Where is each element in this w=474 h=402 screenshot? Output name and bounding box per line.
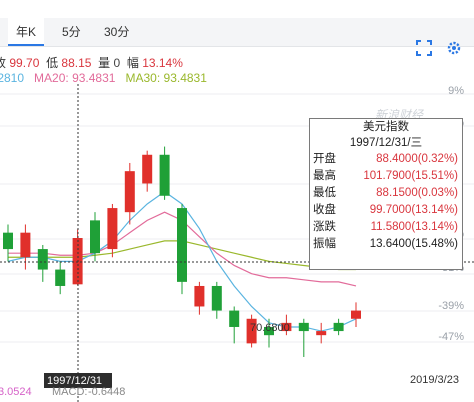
macd-value: -0.6448 bbox=[88, 386, 125, 398]
candle[interactable] bbox=[107, 203, 118, 258]
candle[interactable] bbox=[124, 162, 135, 225]
ohlc-tooltip: 美元指数 1997/12/31/三 开盘 88.4000(0.32%) 最高 1… bbox=[309, 118, 463, 270]
tooltip-value: 99.7000(13.14%) bbox=[369, 204, 458, 216]
volume-value: 0 bbox=[113, 56, 121, 70]
candle[interactable] bbox=[211, 281, 222, 319]
gear-icon[interactable] bbox=[446, 40, 462, 56]
tooltip-row-close: 收盘 99.7000(13.14%) bbox=[310, 202, 462, 219]
ohlc-summary: 收 99.70 低 88.15 量 0 幅 13.14% bbox=[0, 54, 183, 71]
period-tab-bar: 年K 5分 30分 bbox=[0, 18, 474, 56]
tab-5min[interactable]: 5分 bbox=[62, 18, 81, 46]
tooltip-label: 振幅 bbox=[313, 238, 336, 250]
candle[interactable] bbox=[177, 203, 187, 295]
tooltip-label: 最低 bbox=[313, 187, 336, 199]
y-axis-label: -39% bbox=[438, 300, 464, 312]
ma-left-value: .2810 bbox=[0, 71, 25, 85]
ma-summary: .2810 MA20: 93.4831 MA30: 93.4831 bbox=[0, 71, 207, 85]
candle[interactable] bbox=[351, 302, 361, 327]
macd-label: MACD: bbox=[52, 386, 87, 398]
tooltip-value: 101.7900(15.51%) bbox=[363, 170, 458, 182]
close-value: 99.70 bbox=[9, 56, 40, 70]
end-date-label: 2019/3/23 bbox=[410, 374, 459, 386]
tooltip-date: 1997/12/31/三 bbox=[349, 137, 423, 149]
y-axis-label: 9% bbox=[448, 85, 464, 97]
tooltip-label: 开盘 bbox=[313, 153, 336, 165]
low-value: 88.15 bbox=[61, 56, 92, 70]
tooltip-value: 88.4000(0.32%) bbox=[376, 153, 458, 165]
tab-30min[interactable]: 30分 bbox=[104, 18, 129, 46]
tooltip-row-low: 最低 88.1500(0.03%) bbox=[310, 185, 462, 202]
candle[interactable] bbox=[55, 261, 66, 295]
tooltip-row-amplitude: 振幅 13.6400(15.48%) bbox=[310, 236, 462, 253]
volume-label: 量 bbox=[98, 56, 111, 70]
y-axis-label: -47% bbox=[438, 331, 464, 343]
tab-year-k[interactable]: 年K bbox=[8, 18, 45, 46]
candle[interactable] bbox=[37, 244, 48, 282]
candle[interactable] bbox=[316, 322, 327, 344]
candle[interactable] bbox=[333, 318, 344, 336]
candle[interactable] bbox=[3, 224, 13, 262]
amplitude-label: 幅 bbox=[126, 56, 139, 70]
candle[interactable] bbox=[142, 150, 153, 192]
tooltip-label: 涨跌 bbox=[313, 221, 336, 233]
min-price-label: 70.6800 bbox=[250, 322, 290, 334]
tooltip-row-high: 最高 101.7900(15.51%) bbox=[310, 168, 462, 185]
ma20-label: MA20: bbox=[34, 71, 69, 85]
tooltip-title: 美元指数 bbox=[363, 121, 409, 133]
ma30-value: 93.4831 bbox=[163, 71, 207, 85]
tooltip-value: 13.6400(15.48%) bbox=[369, 238, 458, 250]
candle[interactable] bbox=[159, 146, 170, 200]
fullscreen-icon[interactable] bbox=[416, 40, 432, 56]
candle[interactable] bbox=[20, 224, 31, 270]
candle[interactable] bbox=[298, 318, 309, 357]
amplitude-value: 13.14% bbox=[142, 56, 183, 70]
bottom-left-value: 3.0524 bbox=[0, 386, 32, 398]
tooltip-row-change: 涨跌 11.5800(13.14%) bbox=[310, 219, 462, 236]
tooltip-value: 11.5800(13.14%) bbox=[370, 221, 458, 233]
candle[interactable] bbox=[194, 281, 205, 315]
tooltip-value: 88.1500(0.03%) bbox=[376, 187, 458, 199]
low-label: 低 bbox=[46, 56, 59, 70]
tooltip-row-open: 开盘 88.4000(0.32%) bbox=[310, 151, 462, 168]
ma20-value: 93.4831 bbox=[72, 71, 116, 85]
ma30-label: MA30: bbox=[125, 71, 161, 85]
candle[interactable] bbox=[229, 306, 240, 344]
tooltip-label: 收盘 bbox=[313, 204, 336, 216]
close-label: 收 bbox=[0, 56, 7, 70]
tooltip-label: 最高 bbox=[313, 170, 336, 182]
